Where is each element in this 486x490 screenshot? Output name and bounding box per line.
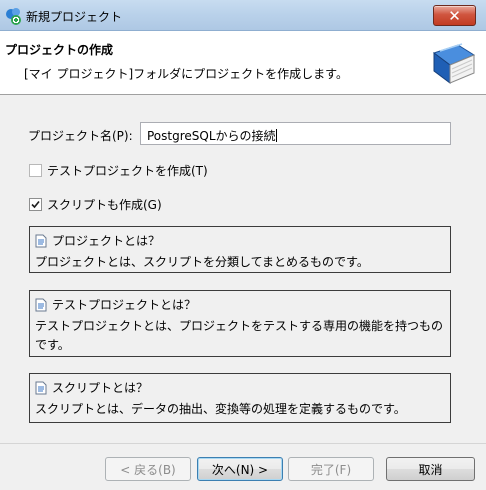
footer-divider [0, 443, 486, 444]
test-project-checkbox[interactable] [29, 164, 42, 177]
cancel-button[interactable]: 取消 [386, 457, 475, 481]
test-project-label[interactable]: テストプロジェクトを作成(T) [47, 162, 208, 179]
document-icon [35, 234, 47, 247]
info-title-test-project: テストプロジェクトとは？ [52, 298, 197, 312]
script-option[interactable]: スクリプトも作成(G) [29, 196, 162, 213]
page-title: プロジェクトの作成 [5, 43, 114, 57]
checkmark-icon [31, 200, 40, 209]
info-box-test-project: テストプロジェクトとは？ テストプロジェクトとは、プロジェクトをテストする専用の… [29, 290, 451, 357]
info-text-test-project: テストプロジェクトとは、プロジェクトをテストする専用の機能を持つものです。 [35, 319, 444, 352]
project-name-input[interactable]: PostgreSQLからの接続 [140, 122, 451, 145]
document-icon [35, 381, 47, 394]
back-button[interactable]: < 戻る(B) [105, 457, 191, 481]
info-box-project: プロジェクトとは？ プロジェクトとは、スクリプトを分類してまとめるものです。 [29, 226, 451, 273]
close-icon: ✕ [448, 6, 461, 25]
page-subtitle: [マイ プロジェクト]フォルダにプロジェクトを作成します。 [24, 67, 348, 81]
finish-button[interactable]: 完了(F) [288, 457, 374, 481]
project-name-label: プロジェクト名(P): [28, 129, 133, 143]
title-bar[interactable]: 新規プロジェクト ✕ [0, 0, 486, 31]
info-box-script: スクリプトとは？ スクリプトとは、データの抽出、変換等の処理を定義するものです。 [29, 373, 451, 423]
script-label[interactable]: スクリプトも作成(G) [47, 196, 162, 213]
document-icon [35, 298, 47, 311]
wizard-header: プロジェクトの作成 [マイ プロジェクト]フォルダにプロジェクトを作成します。 [0, 31, 486, 95]
info-text-project: プロジェクトとは、スクリプトを分類してまとめるものです。 [35, 255, 369, 269]
app-icon [6, 8, 21, 25]
test-project-option[interactable]: テストプロジェクトを作成(T) [29, 162, 208, 179]
info-title-script: スクリプトとは？ [52, 381, 149, 395]
text-caret [275, 129, 277, 142]
project-name-value: PostgreSQLからの接続 [147, 129, 276, 143]
next-button[interactable]: 次へ(N) > [197, 457, 283, 481]
script-checkbox[interactable] [29, 198, 42, 211]
close-button[interactable]: ✕ [433, 5, 476, 26]
book-icon [432, 43, 476, 84]
info-text-script: スクリプトとは、データの抽出、変換等の処理を定義するものです。 [35, 402, 406, 416]
info-title-project: プロジェクトとは？ [52, 234, 161, 248]
window-title: 新規プロジェクト [26, 10, 123, 24]
